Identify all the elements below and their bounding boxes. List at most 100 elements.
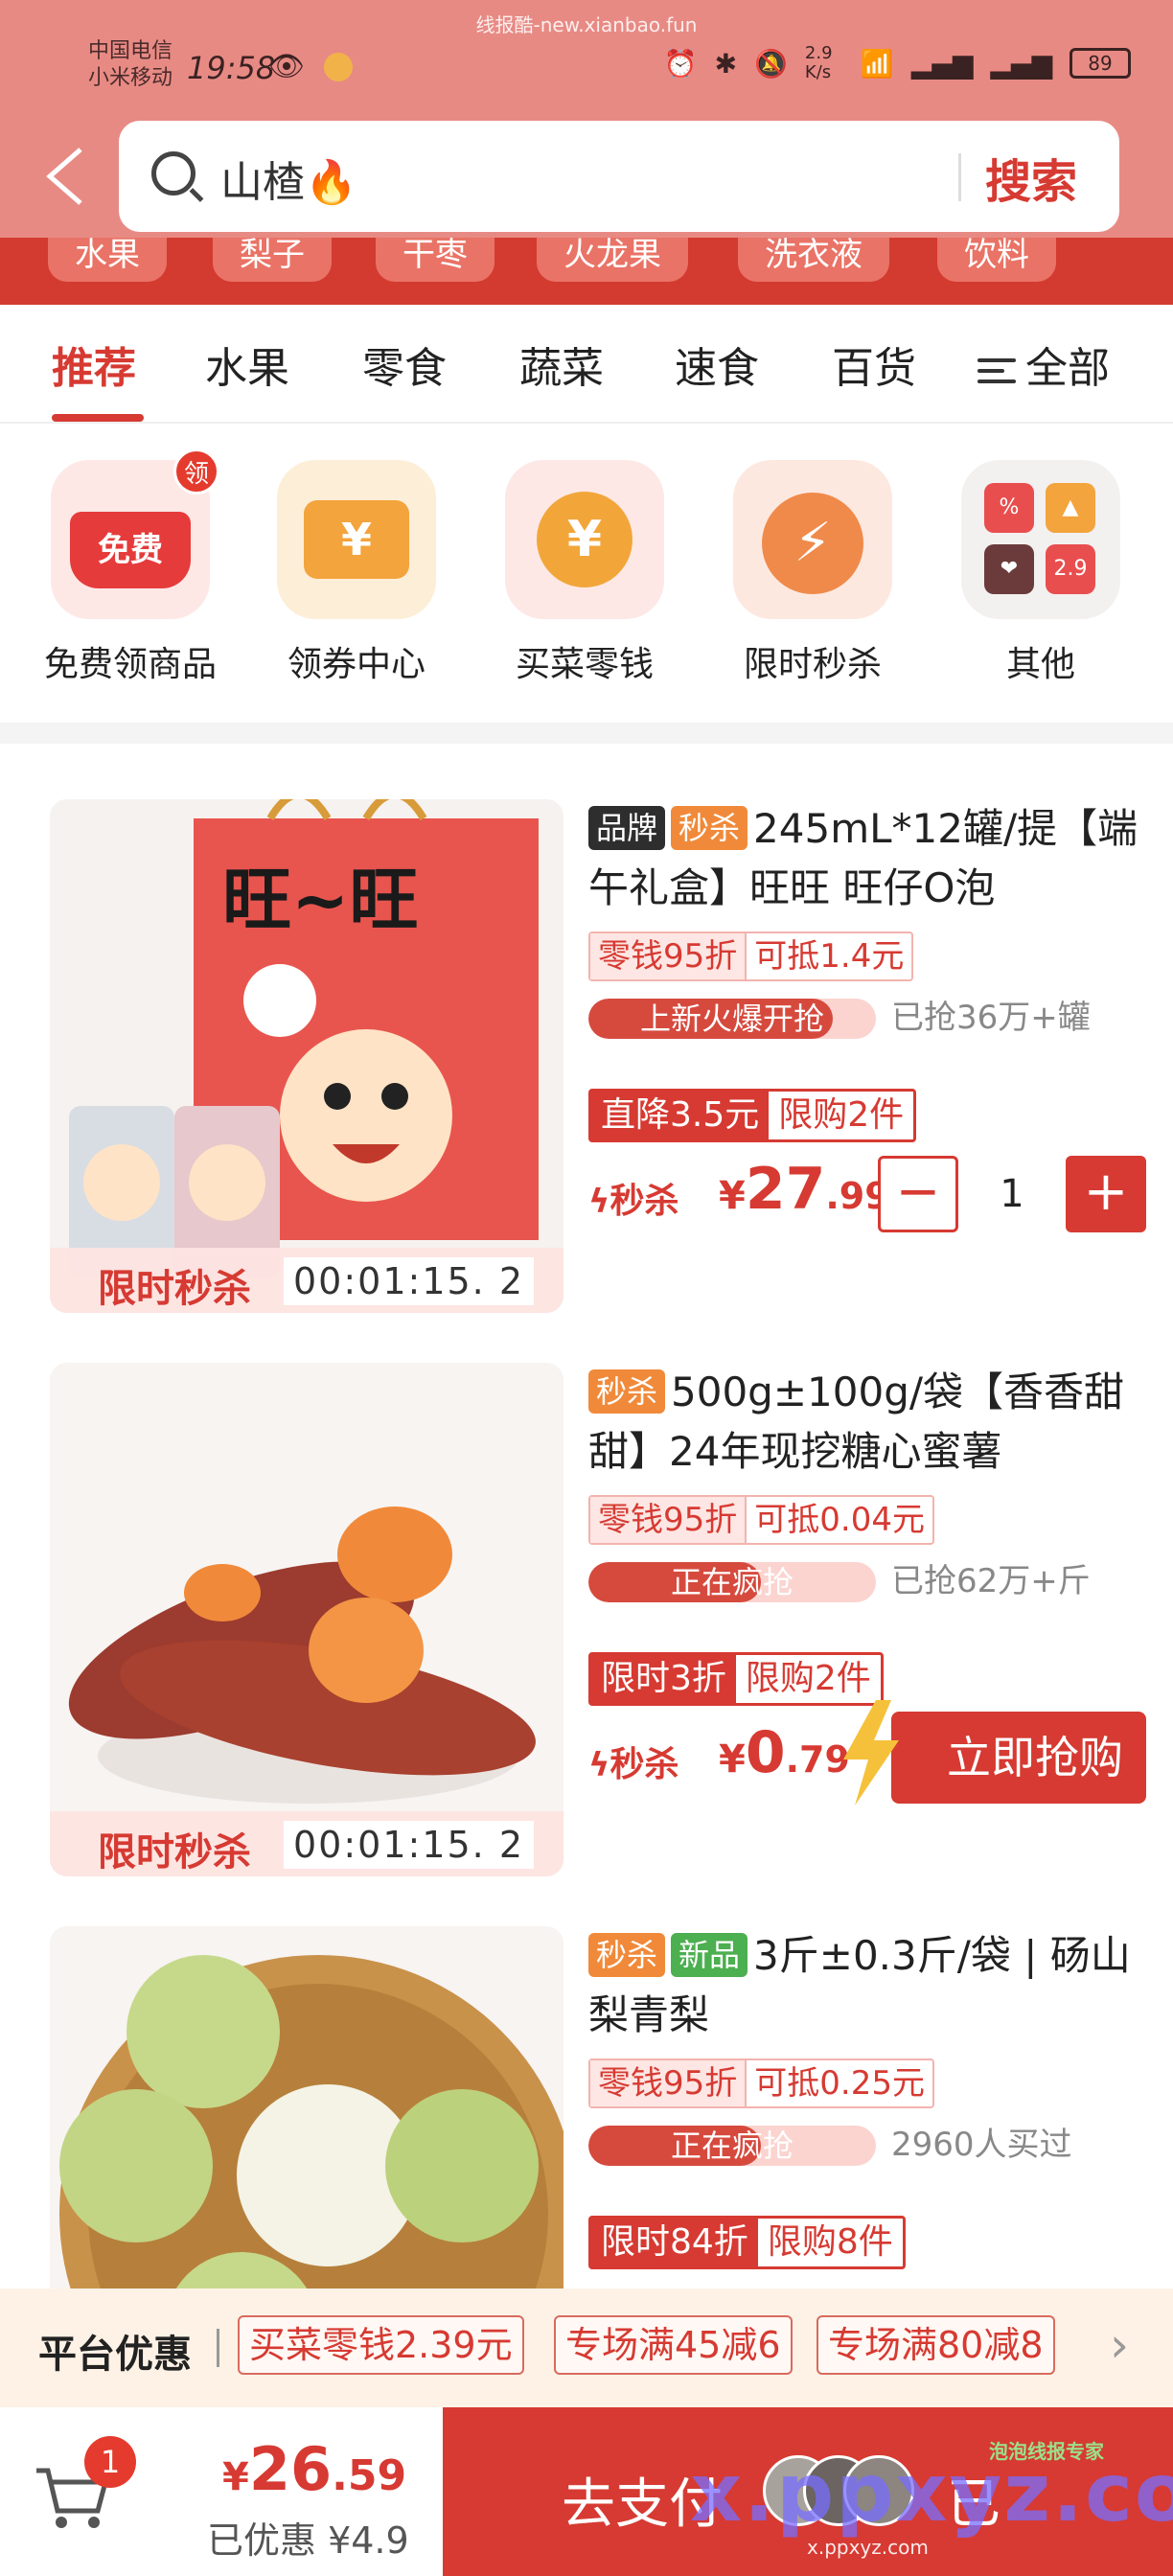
coupon-icon: ¥ bbox=[277, 460, 436, 619]
hot-tag[interactable]: 梨子 bbox=[213, 238, 332, 282]
chevron-right-icon[interactable]: › bbox=[1110, 2317, 1129, 2373]
quick-change[interactable]: ¥ 买菜零钱 bbox=[489, 460, 680, 686]
decrease-button[interactable]: − bbox=[878, 1156, 958, 1232]
quick-coupon-center[interactable]: ¥ 领券中心 bbox=[261, 460, 452, 686]
saved-amount: 已优惠 ¥4.9 bbox=[207, 2519, 409, 2562]
coupon-discount: 零钱95折 bbox=[590, 1497, 748, 1543]
shield-icon bbox=[324, 53, 353, 81]
sales-progress: 正在疯抢 已抢62万+斤 bbox=[588, 1558, 1144, 1604]
countdown-timer: 00:01:15. 2 bbox=[284, 1257, 535, 1305]
grid-tiles: % ▲ ❤ 2.9 bbox=[984, 483, 1097, 596]
discount-chip[interactable]: 买菜零钱2.39元 bbox=[238, 2315, 524, 2375]
price-row: ϟ秒杀 ¥27.99 − 1 + bbox=[588, 1156, 1146, 1232]
search-button[interactable]: 搜索 bbox=[985, 144, 1077, 211]
divider bbox=[217, 2329, 219, 2367]
clock-shape: ⚡ bbox=[762, 493, 863, 594]
hot-tag[interactable]: 火龙果 bbox=[537, 238, 688, 282]
product-price: ¥0.79 bbox=[719, 1719, 850, 1786]
tab-all[interactable]: 全部 bbox=[978, 334, 1110, 395]
hot-tag[interactable]: 水果 bbox=[48, 238, 167, 282]
search-input[interactable]: 山楂🔥 bbox=[220, 148, 357, 209]
progress-text: 正在疯抢 bbox=[670, 1564, 794, 1600]
watermark-small: x.ppxyz.com bbox=[807, 2536, 929, 2559]
product-title[interactable]: 秒杀 500g±100g/袋【香香甜甜】24年现挖糖心蜜薯 bbox=[588, 1363, 1144, 1482]
hot-tag[interactable]: 干枣 bbox=[376, 238, 494, 282]
hot-tag[interactable]: 洗衣液 bbox=[738, 238, 889, 282]
tab-fruit[interactable]: 水果 bbox=[205, 334, 289, 395]
total-dec: .59 bbox=[332, 2451, 407, 2500]
promo-tags: 限时84折 限购8件 bbox=[588, 2216, 906, 2269]
svg-text:旺~旺: 旺~旺 bbox=[222, 860, 418, 940]
sweet-potato-illustration bbox=[50, 1363, 564, 1876]
alarm-clock-icon: ⚡ bbox=[733, 460, 892, 619]
coin-shape: ¥ bbox=[537, 492, 632, 587]
grid-icon: % ▲ ❤ 2.9 bbox=[961, 460, 1120, 619]
bolt-icon: ϟ bbox=[588, 1183, 610, 1221]
product-card[interactable]: 限时秒杀 00:01:15. 2 秒杀 500g±100g/袋【香香甜甜】24年现… bbox=[0, 1307, 1173, 1876]
coupon-discount: 零钱95折 bbox=[590, 2060, 748, 2106]
product-card[interactable]: 秒杀 新品 3斤±0.3斤/袋 | 砀山梨青梨 零钱95折 可抵0.25元 正在疯抢 … bbox=[0, 1871, 1173, 2288]
quick-flash-sale[interactable]: ⚡ 限时秒杀 bbox=[717, 460, 908, 686]
discount-chip[interactable]: 专场满80减8 bbox=[816, 2315, 1055, 2375]
tab-instant-food[interactable]: 速食 bbox=[675, 334, 759, 395]
search-bar[interactable]: 山楂🔥 搜索 bbox=[119, 121, 1119, 232]
title-text: 500g±100g/袋【香香甜甜】24年现挖糖心蜜薯 bbox=[588, 1368, 1125, 1475]
currency: ¥ bbox=[719, 1174, 746, 1218]
progress-text: 正在疯抢 bbox=[670, 2128, 794, 2164]
tab-recommend[interactable]: 推荐 bbox=[52, 334, 136, 395]
sales-progress: 上新火爆开抢 已抢36万+罐 bbox=[588, 995, 1144, 1041]
currency: ¥ bbox=[222, 2455, 249, 2499]
price-label-text: 秒杀 bbox=[610, 1745, 679, 1784]
brand-tag: 品牌 bbox=[588, 806, 666, 850]
quick-other[interactable]: % ▲ ❤ 2.9 其他 bbox=[945, 460, 1137, 686]
back-button[interactable] bbox=[42, 146, 88, 207]
tab-general-goods[interactable]: 百货 bbox=[832, 334, 916, 395]
hot-tag[interactable]: 饮料 bbox=[937, 238, 1056, 282]
progress-bar: 正在疯抢 bbox=[588, 1562, 876, 1602]
coupon-deduct: 可抵0.04元 bbox=[754, 1501, 925, 1539]
bolt-icon: ϟ bbox=[588, 1746, 610, 1784]
platform-title: 平台优惠 bbox=[38, 2333, 192, 2377]
coupon-discount: 零钱95折 bbox=[590, 933, 748, 979]
wifi-icon: 📶 bbox=[860, 47, 894, 80]
product-title[interactable]: 秒杀 新品 3斤±0.3斤/袋 | 砀山梨青梨 bbox=[588, 1926, 1144, 2045]
coupon-deduct: 可抵0.25元 bbox=[754, 2064, 925, 2103]
progress-bar: 正在疯抢 bbox=[588, 2126, 876, 2166]
tile: ❤ bbox=[984, 544, 1034, 594]
platform-discount-bar[interactable]: 平台优惠 买菜零钱2.39元 专场满45减6 专场满80减8 › bbox=[0, 2288, 1173, 2407]
product-image[interactable] bbox=[50, 1926, 564, 2288]
promo-tags: 直降3.5元 限购2件 bbox=[588, 1089, 917, 1142]
tab-vegetables[interactable]: 蔬菜 bbox=[519, 334, 604, 395]
gift-box-illustration: 旺~旺 bbox=[50, 799, 564, 1313]
product-info: 秒杀 新品 3斤±0.3斤/袋 | 砀山梨青梨 零钱95折 可抵0.25元 正在疯抢 … bbox=[588, 1926, 1144, 2269]
flash-price-label: ϟ秒杀 bbox=[588, 1736, 678, 1786]
flash-sale-strip: 限时秒杀 00:01:15. 2 bbox=[50, 1811, 564, 1876]
basket-label: 免费 bbox=[70, 512, 191, 588]
product-title[interactable]: 品牌 秒杀 245mL*12罐/提【端午礼盒】旺旺 旺仔O泡 bbox=[588, 799, 1144, 918]
pay-button[interactable]: 去支付 已 泡泡线报专家 x.ppxyz.com x.ppxyz.com bbox=[443, 2407, 1173, 2576]
active-tab-indicator bbox=[52, 414, 144, 422]
product-card[interactable]: 旺~旺 限时秒杀 00:01:15. 2 品牌 秒杀 245mL*12罐/提【端… bbox=[0, 744, 1173, 1313]
category-tabs: 推荐 水果 零食 蔬菜 速食 百货 全部 bbox=[0, 305, 1173, 424]
countdown-timer: 00:01:15. 2 bbox=[284, 1821, 535, 1869]
tab-snacks[interactable]: 零食 bbox=[362, 334, 447, 395]
sold-count: 2960人买过 bbox=[891, 2126, 1072, 2164]
coin-icon: ¥ bbox=[505, 460, 664, 619]
checkout-bar: 1 ¥26.59 已优惠 ¥4.9 去支付 已 泡泡线报专家 x.ppxyz.c… bbox=[0, 2407, 1173, 2576]
search-divider bbox=[958, 153, 961, 201]
buy-now-button[interactable]: 立即抢购 bbox=[891, 1712, 1146, 1804]
increase-button[interactable]: + bbox=[1066, 1156, 1146, 1232]
coupon-deduct: 可抵1.4元 bbox=[754, 937, 905, 976]
carrier-1: 中国电信 bbox=[88, 39, 173, 63]
quick-free-goods[interactable]: 免费 领 免费领商品 bbox=[34, 448, 226, 686]
flash-tag: 秒杀 bbox=[671, 806, 748, 850]
product-image[interactable]: 限时秒杀 00:01:15. 2 bbox=[50, 1363, 564, 1876]
bluetooth-icon: ✱ bbox=[714, 47, 738, 80]
discount-chip[interactable]: 专场满45减6 bbox=[554, 2315, 793, 2375]
quantity-value: 1 bbox=[1000, 1172, 1024, 1216]
top-watermark: 线报酷-new.xianbao.fun bbox=[475, 13, 698, 36]
progress-bar: 上新火爆开抢 bbox=[588, 999, 876, 1039]
price-label-text: 秒杀 bbox=[610, 1182, 679, 1221]
product-image[interactable]: 旺~旺 限时秒杀 00:01:15. 2 bbox=[50, 799, 564, 1313]
mute-icon: 🔕 bbox=[754, 47, 788, 80]
